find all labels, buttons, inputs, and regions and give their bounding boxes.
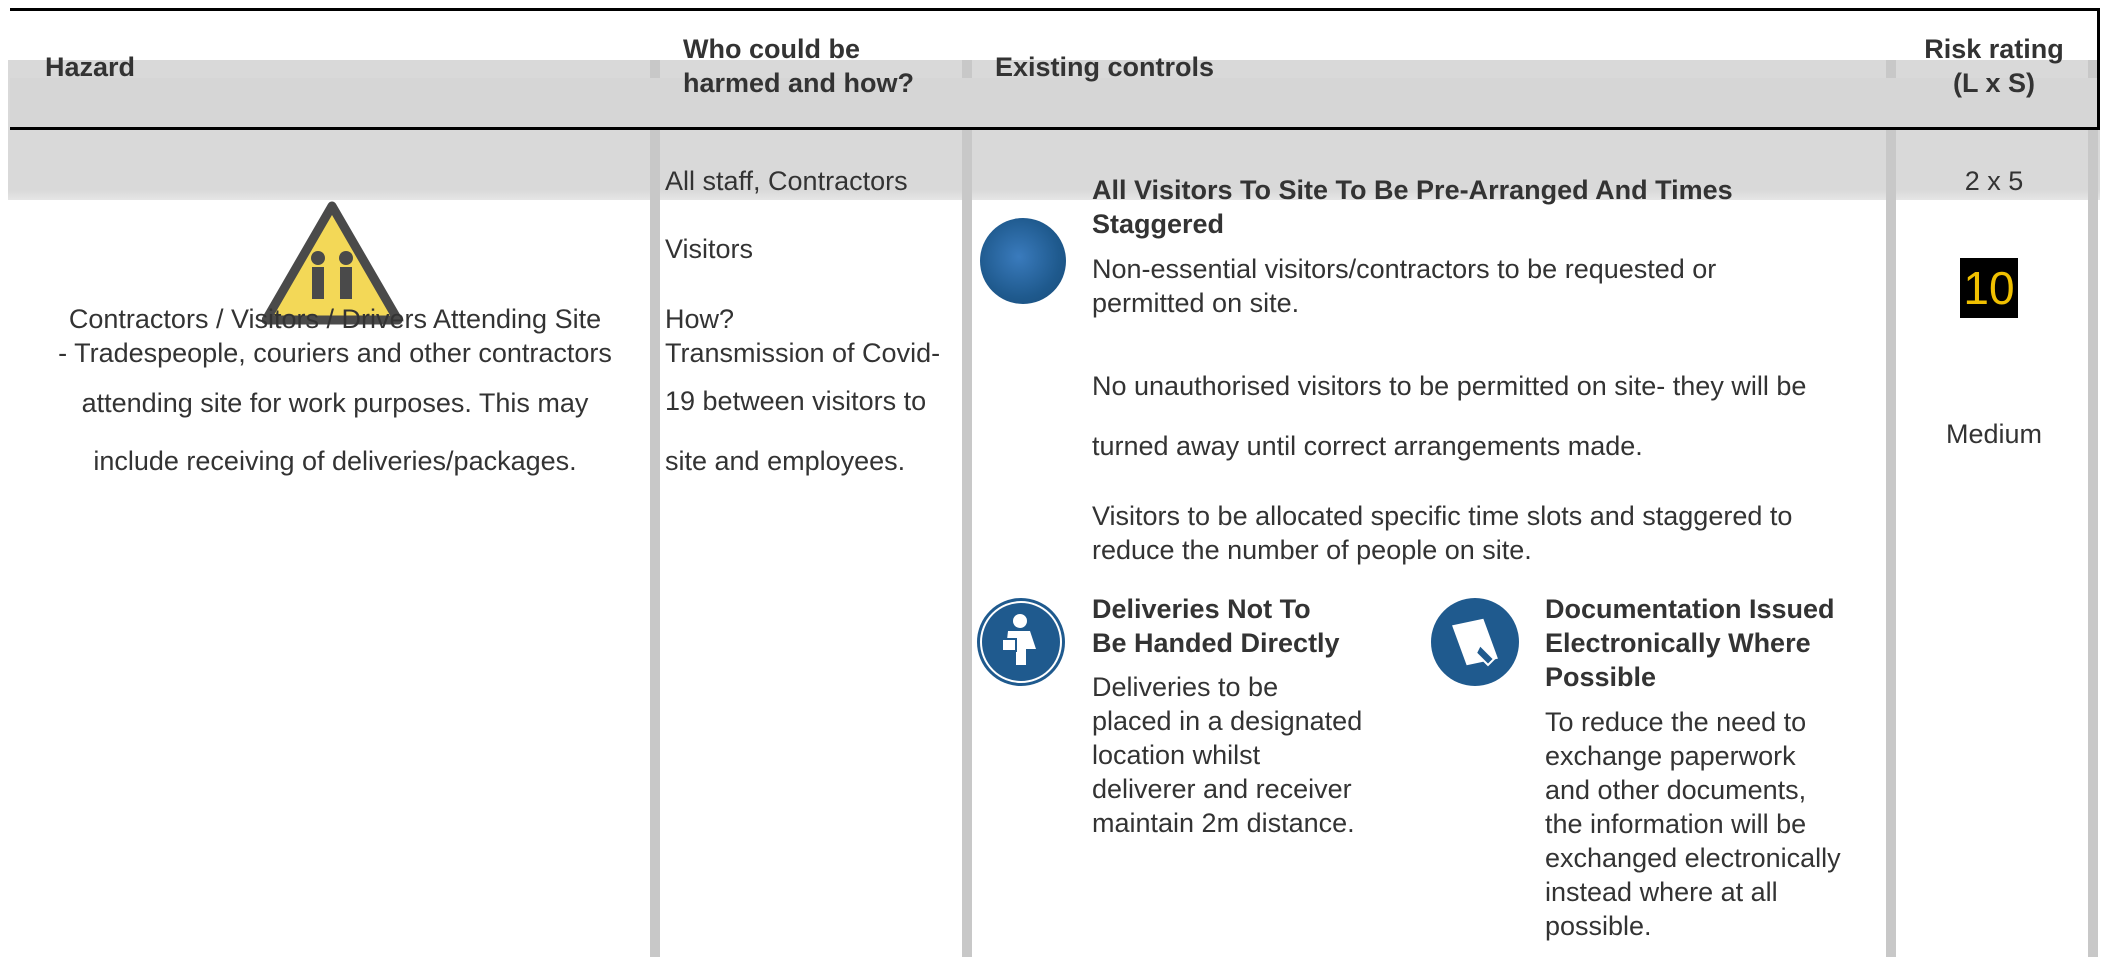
- control-body-line: placed in a designated: [1092, 706, 1363, 736]
- header-risk-line: (L x S): [1952, 68, 2035, 98]
- column-rule: [1886, 60, 1896, 957]
- document-icon: [1431, 598, 1519, 686]
- control-body-line: the information will be: [1545, 809, 1807, 839]
- control-title-line: Possible: [1545, 662, 1657, 692]
- control-body-line: permitted on site.: [1092, 288, 1300, 318]
- risk-level: Medium: [1945, 419, 2043, 449]
- risk-score-badge: 10: [1960, 258, 2018, 318]
- control-body-line: turned away until correct arrangements m…: [1092, 431, 1643, 461]
- control-title-line: Deliveries Not To: [1092, 594, 1311, 624]
- globe-icon: [980, 218, 1066, 304]
- control-title-line: Be Handed Directly: [1092, 628, 1340, 658]
- header-who: Who could be harmed and how?: [683, 32, 914, 100]
- header-risk: Risk rating (L x S): [1900, 32, 2088, 100]
- control-title-line: Electronically Where: [1545, 628, 1811, 658]
- who-line: All staff, Contractors: [665, 166, 908, 196]
- header-controls: Existing controls: [995, 52, 1215, 82]
- control-body-line: maintain 2m distance.: [1092, 808, 1355, 838]
- control-body: Visitors to be allocated specific time s…: [1092, 499, 1792, 567]
- control-title-line: All Visitors To Site To Be Pre-Arranged …: [1092, 175, 1733, 205]
- control-body-line: exchange paperwork: [1545, 741, 1796, 771]
- who-line: How?: [665, 304, 735, 334]
- header-who-line: Who could be: [683, 34, 860, 64]
- control-body-line: deliverer and receiver: [1092, 774, 1352, 804]
- who-line: Transmission of Covid-: [665, 338, 941, 368]
- control-body-line: exchanged electronically: [1545, 843, 1841, 873]
- delivery-person-icon: [977, 598, 1065, 686]
- header-risk-line: Risk rating: [1924, 34, 2064, 64]
- control-body-line: reduce the number of people on site.: [1092, 535, 1532, 565]
- control-body: Non-essential visitors/contractors to be…: [1092, 252, 1716, 320]
- control-body-line: No unauthorised visitors to be permitted…: [1092, 371, 1807, 401]
- control-body-line: Non-essential visitors/contractors to be…: [1092, 254, 1717, 284]
- header-who-line: harmed and how?: [683, 68, 915, 98]
- control-title: Documentation Issued Electronically Wher…: [1545, 592, 1835, 694]
- column-rule: [2088, 60, 2098, 957]
- who-line: site and employees.: [665, 446, 906, 476]
- control-body: To reduce the need to exchange paperwork…: [1545, 705, 1841, 943]
- risk-lxs: 2 x 5: [1964, 166, 2024, 196]
- who-line: 19 between visitors to: [665, 386, 927, 416]
- hazard-line: include receiving of deliveries/packages…: [93, 446, 577, 476]
- hazard-line: - Tradespeople, couriers and other contr…: [58, 338, 612, 368]
- control-body-line: location whilst: [1092, 740, 1261, 770]
- control-title-line: Staggered: [1092, 209, 1225, 239]
- control-body-line: instead where at all: [1545, 877, 1778, 907]
- column-rule: [962, 60, 972, 957]
- control-body-line: and other documents,: [1545, 775, 1807, 805]
- control-title: All Visitors To Site To Be Pre-Arranged …: [1092, 173, 1733, 241]
- control-title-line: Documentation Issued: [1545, 594, 1835, 624]
- control-body-line: possible.: [1545, 911, 1652, 941]
- control-body-line: Visitors to be allocated specific time s…: [1092, 501, 1793, 531]
- control-title: Deliveries Not To Be Handed Directly: [1092, 592, 1340, 660]
- hazard-line: attending site for work purposes. This m…: [81, 388, 589, 418]
- risk-assessment-page: Hazard Who could be harmed and how? Exis…: [0, 0, 2104, 957]
- header-hazard: Hazard: [45, 52, 136, 82]
- who-line: Visitors: [665, 234, 754, 264]
- control-body: Deliveries to be placed in a designated …: [1092, 670, 1362, 840]
- control-body-line: To reduce the need to: [1545, 707, 1807, 737]
- hazard-line: Contractors / Visitors / Drivers Attendi…: [68, 304, 602, 334]
- column-rule: [650, 60, 660, 957]
- control-body-line: Deliveries to be: [1092, 672, 1279, 702]
